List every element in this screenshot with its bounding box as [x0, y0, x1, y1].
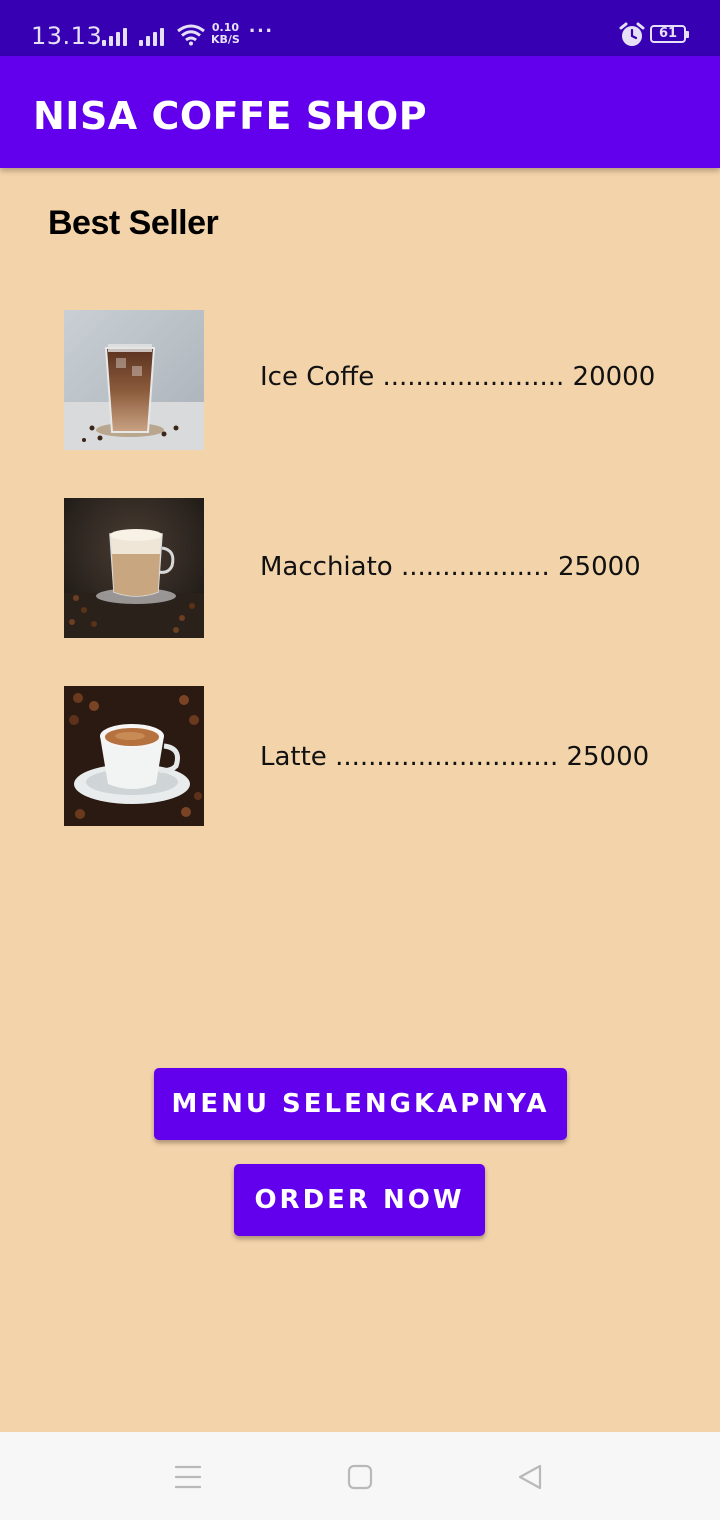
menu-selengkapnya-button[interactable]: MENU SELENGKAPNYA: [154, 1068, 567, 1140]
alarm-icon: [619, 22, 645, 46]
ice-coffee-image: [64, 310, 204, 450]
item-ice-coffe: Ice Coffe ...................... 20000: [260, 362, 656, 392]
latte-image: [64, 686, 204, 826]
network-speed: 0.10 KB/S: [211, 22, 240, 46]
item-macchiato: Macchiato .................. 25000: [260, 552, 641, 582]
back-icon[interactable]: [516, 1464, 544, 1490]
signal-icon: [102, 26, 127, 46]
recent-apps-icon[interactable]: [174, 1464, 202, 1490]
wifi-icon: [177, 24, 205, 46]
status-bar: 13.13 0.10 KB/S ··· 61: [0, 0, 720, 56]
signal-icon: [139, 26, 164, 46]
app-title: NISA COFFE SHOP: [33, 94, 428, 138]
item-latte: Latte ........................... 25000: [260, 742, 650, 772]
battery-icon: 61: [650, 25, 689, 43]
section-title: Best Seller: [48, 204, 219, 242]
battery-level: 61: [658, 26, 678, 41]
status-time: 13.13: [31, 22, 103, 50]
macchiato-image: [64, 498, 204, 638]
order-now-button[interactable]: ORDER NOW: [234, 1164, 485, 1236]
more-dots-icon: ···: [249, 18, 274, 43]
home-icon[interactable]: [347, 1464, 373, 1490]
app-bar: NISA COFFE SHOP: [0, 56, 720, 168]
network-speed-unit: KB/S: [211, 33, 240, 46]
